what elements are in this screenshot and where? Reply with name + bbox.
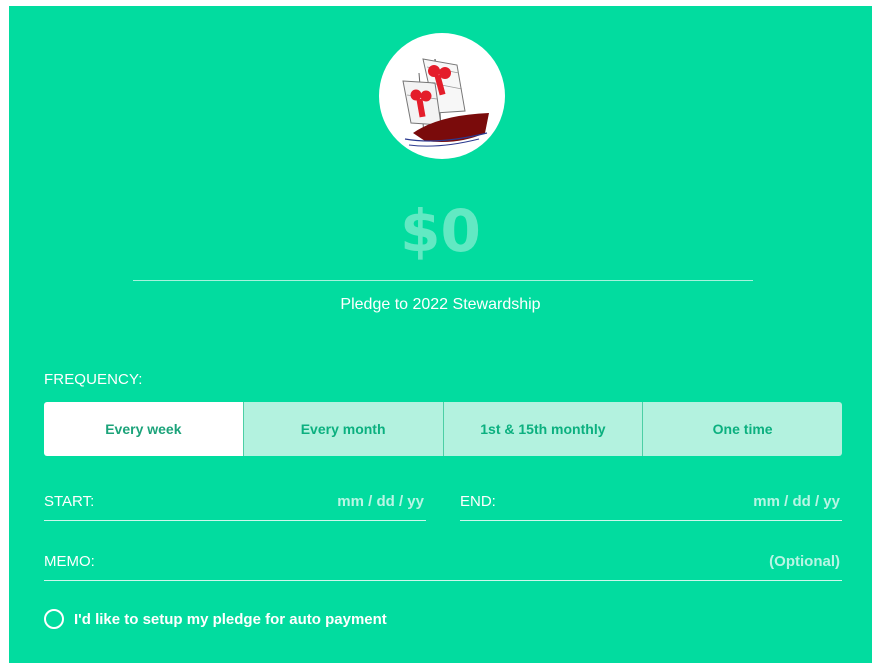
auto-payment-radio[interactable] bbox=[44, 609, 64, 629]
church-logo bbox=[379, 33, 505, 159]
end-date-label: END: bbox=[460, 493, 496, 510]
end-date-field[interactable]: END: mm / dd / yy bbox=[460, 481, 842, 521]
memo-field[interactable]: MEMO: (Optional) bbox=[44, 541, 842, 581]
start-date-input[interactable]: mm / dd / yy bbox=[337, 493, 424, 510]
amount-underline bbox=[133, 280, 753, 281]
frequency-1st-15th-monthly-button[interactable]: 1st & 15th monthly bbox=[443, 402, 644, 456]
frequency-label: FREQUENCY: bbox=[44, 371, 143, 388]
frequency-one-time-button[interactable]: One time bbox=[643, 402, 842, 456]
pledge-title: Pledge to 2022 Stewardship bbox=[340, 296, 541, 313]
frequency-selector: Every week Every month 1st & 15th monthl… bbox=[44, 402, 842, 456]
memo-input[interactable]: (Optional) bbox=[769, 553, 840, 570]
pledge-amount[interactable]: $0 bbox=[9, 196, 872, 266]
auto-payment-label: I'd like to setup my pledge for auto pay… bbox=[74, 610, 387, 628]
ship-logo-icon bbox=[402, 58, 489, 147]
auto-payment-option[interactable]: I'd like to setup my pledge for auto pay… bbox=[44, 606, 387, 632]
frequency-every-week-button[interactable]: Every week bbox=[44, 402, 244, 456]
end-date-input[interactable]: mm / dd / yy bbox=[753, 493, 840, 510]
frequency-every-month-button[interactable]: Every month bbox=[243, 402, 444, 456]
start-date-field[interactable]: START: mm / dd / yy bbox=[44, 481, 426, 521]
start-date-label: START: bbox=[44, 493, 95, 510]
memo-label: MEMO: bbox=[44, 553, 95, 570]
pledge-card: $0 Pledge to 2022 Stewardship FREQUENCY:… bbox=[9, 6, 872, 663]
